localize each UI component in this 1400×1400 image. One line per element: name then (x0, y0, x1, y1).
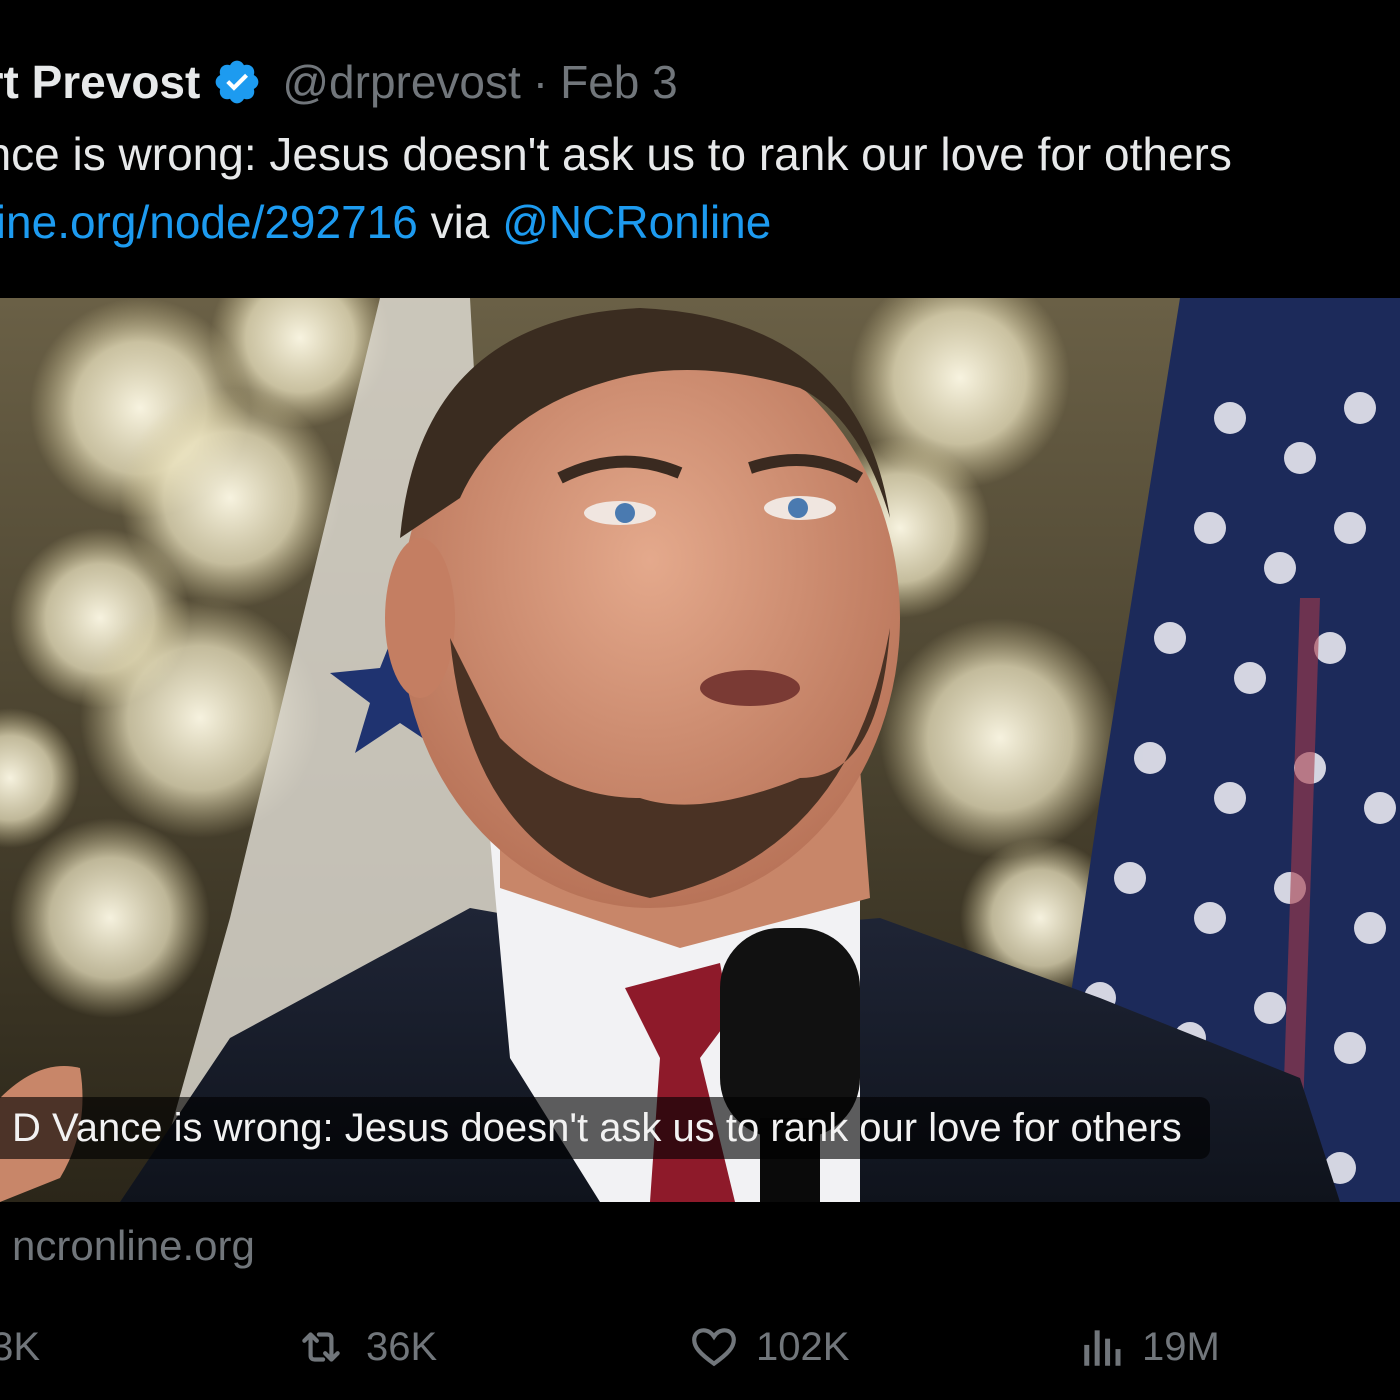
retweet-count: 36K (366, 1324, 438, 1369)
views-count: 19M (1142, 1324, 1220, 1369)
tweet-text-line: ance is wrong: Jesus doesn't ask us to r… (0, 128, 1232, 180)
link-card-domain[interactable]: ncronline.org (12, 1218, 255, 1274)
verified-badge-icon (215, 60, 259, 104)
like-count: 102K (756, 1324, 850, 1369)
tweet-actions-bar: .3K 36K 102K 19M (0, 1312, 1400, 1382)
link-card-image[interactable] (0, 298, 1400, 1202)
views-button[interactable]: 19M (1078, 1312, 1220, 1382)
tweet-text-line: nline.org/node/292716 via @NCRonline (0, 192, 771, 252)
author-name[interactable]: ert Prevost (0, 55, 200, 109)
tweet-card[interactable]: ert Prevost @drprevost · Feb 3 ance is w… (0, 0, 1400, 1400)
retweet-button[interactable]: 36K (290, 1312, 437, 1382)
retweet-icon (302, 1332, 340, 1362)
article-photo (0, 298, 1400, 1202)
reply-button[interactable]: .3K (0, 1312, 40, 1382)
link-card-title[interactable]: D Vance is wrong: Jesus doesn't ask us t… (0, 1097, 1210, 1159)
views-icon (1084, 1330, 1121, 1366)
via-text: via (417, 196, 503, 248)
like-button[interactable]: 102K (686, 1312, 849, 1382)
tweet-date[interactable]: Feb 3 (560, 55, 678, 109)
separator-dot: · (532, 56, 549, 108)
reply-count: .3K (0, 1324, 41, 1369)
mention-link[interactable]: @NCRonline (502, 196, 771, 248)
article-link[interactable]: nline.org/node/292716 (0, 196, 418, 248)
heart-icon (692, 1328, 736, 1367)
tweet-header: ert Prevost @drprevost · Feb 3 (0, 52, 678, 112)
author-handle[interactable]: @drprevost (282, 55, 520, 109)
